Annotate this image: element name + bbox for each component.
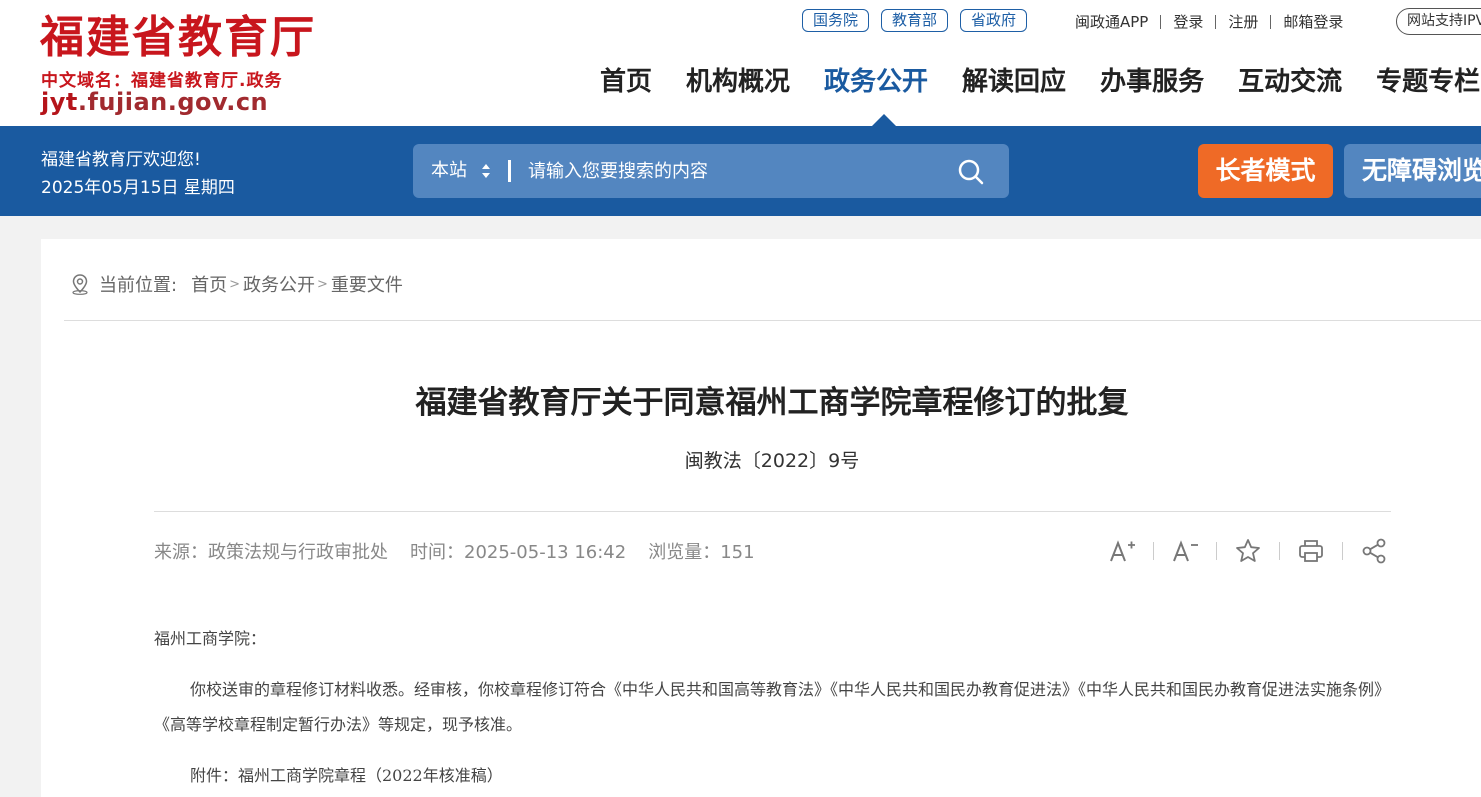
- breadcrumb-home[interactable]: 首页: [191, 271, 227, 297]
- article-body: 福州工商学院： 你校送审的章程修订材料收悉。经审核，你校章程修订符合《中华人民共…: [154, 621, 1394, 797]
- gov-link-ministry-education[interactable]: 教育部: [881, 9, 949, 32]
- mzt-app-link[interactable]: 闽政通APP: [1075, 11, 1148, 32]
- document-number: 闽教法〔2022〕9号: [684, 450, 860, 472]
- article-paragraph: 你校送审的章程修订材料收悉。经审核，你校章程修订符合《中华人民共和国高等教育法》…: [154, 680, 1391, 734]
- divider: [1279, 542, 1280, 560]
- logo-domain-part-a: jyt: [41, 88, 78, 116]
- ipv6-badge: 网站支持IPV: [1396, 8, 1481, 35]
- breadcrumb-label: 当前位置:: [99, 275, 178, 296]
- breadcrumb-divider: [64, 320, 1481, 321]
- breadcrumb: 当前位置: 首页 > 政务公开 > 重要文件: [69, 271, 403, 297]
- utility-links: 闽政通APP 登录 注册 邮箱登录: [1075, 11, 1343, 32]
- main-nav: 首页 机构概况 政务公开 解读回应 办事服务 互动交流 专题专栏: [600, 62, 1480, 102]
- welcome-block: 福建省教育厅欢迎您! 2025年05月15日 星期四: [41, 146, 235, 202]
- accessible-browse-button[interactable]: 无障碍浏览: [1344, 144, 1481, 198]
- breadcrumb-gov-affairs[interactable]: 政务公开: [243, 271, 315, 297]
- article-title: 福建省教育厅关于同意福州工商学院章程修订的批复: [415, 385, 1129, 421]
- mail-login-link[interactable]: 邮箱登录: [1283, 11, 1343, 32]
- welcome-text: 福建省教育厅欢迎您!: [41, 150, 201, 170]
- sort-arrows-icon[interactable]: [481, 163, 491, 179]
- divider: [1342, 542, 1343, 560]
- search-box: 本站: [413, 144, 1009, 198]
- article-tools: [1107, 536, 1389, 566]
- search-divider: [508, 160, 511, 182]
- article-attachment[interactable]: 附件：福州工商学院章程（2022年核准稿）: [154, 758, 1394, 793]
- print-icon[interactable]: [1296, 536, 1326, 566]
- nav-services[interactable]: 办事服务: [1100, 62, 1204, 102]
- article-source: 来源：政策法规与行政审批处: [154, 542, 388, 563]
- location-pin-icon: [72, 274, 88, 295]
- meta-divider: [154, 511, 1391, 512]
- gov-link-provincial-gov[interactable]: 省政府: [960, 9, 1028, 32]
- elder-mode-button[interactable]: 长者模式: [1198, 144, 1333, 198]
- star-icon[interactable]: [1233, 536, 1263, 566]
- share-icon[interactable]: [1359, 536, 1389, 566]
- nav-home[interactable]: 首页: [600, 62, 652, 102]
- font-increase-icon[interactable]: [1107, 536, 1137, 566]
- logo-domain-part-b: .fujian.gov.cn: [77, 88, 269, 116]
- site-header: 福建省教育厅 中文域名：福建省教育厅.政务 jyt.fujian.gov.cn …: [0, 0, 1481, 126]
- nav-about[interactable]: 机构概况: [686, 62, 790, 102]
- gov-links: 国务院 教育部 省政府: [802, 9, 1028, 32]
- article-views: 浏览量：151: [648, 542, 755, 563]
- font-decrease-icon[interactable]: [1170, 536, 1200, 566]
- article-time: 时间：2025-05-13 16:42: [410, 542, 627, 563]
- divider: [1215, 14, 1217, 29]
- nav-gov-affairs[interactable]: 政务公开: [824, 62, 928, 102]
- site-logo-title[interactable]: 福建省教育厅: [40, 10, 316, 66]
- search-scope-select[interactable]: 本站: [431, 144, 467, 198]
- search-input[interactable]: [528, 144, 948, 198]
- divider: [1153, 542, 1154, 560]
- active-nav-indicator: [872, 114, 896, 126]
- divider: [1270, 14, 1272, 29]
- divider: [1216, 542, 1217, 560]
- site-logo-domain: jyt.fujian.gov.cn: [41, 88, 268, 116]
- article-meta: 来源：政策法规与行政审批处 时间：2025-05-13 16:42 浏览量：15…: [154, 538, 755, 564]
- chevron-right-icon: >: [229, 276, 240, 292]
- gov-link-state-council[interactable]: 国务院: [802, 9, 870, 32]
- nav-interaction[interactable]: 互动交流: [1238, 62, 1342, 102]
- chevron-right-icon: >: [316, 276, 328, 292]
- login-link[interactable]: 登录: [1173, 11, 1203, 32]
- search-icon[interactable]: [957, 158, 985, 186]
- register-link[interactable]: 注册: [1228, 11, 1258, 32]
- divider: [1160, 14, 1162, 29]
- welcome-search-band: 福建省教育厅欢迎您! 2025年05月15日 星期四 本站 长者模式 无障碍浏览: [0, 126, 1481, 216]
- article-salutation: 福州工商学院：: [154, 629, 267, 648]
- current-date: 2025年05月15日 星期四: [41, 178, 235, 198]
- nav-topics[interactable]: 专题专栏: [1376, 62, 1480, 102]
- breadcrumb-important-docs[interactable]: 重要文件: [331, 271, 403, 297]
- article-panel: 当前位置: 首页 > 政务公开 > 重要文件 福建省教育厅关于同意福州工商学院章…: [41, 239, 1481, 797]
- nav-interpretation[interactable]: 解读回应: [962, 62, 1066, 102]
